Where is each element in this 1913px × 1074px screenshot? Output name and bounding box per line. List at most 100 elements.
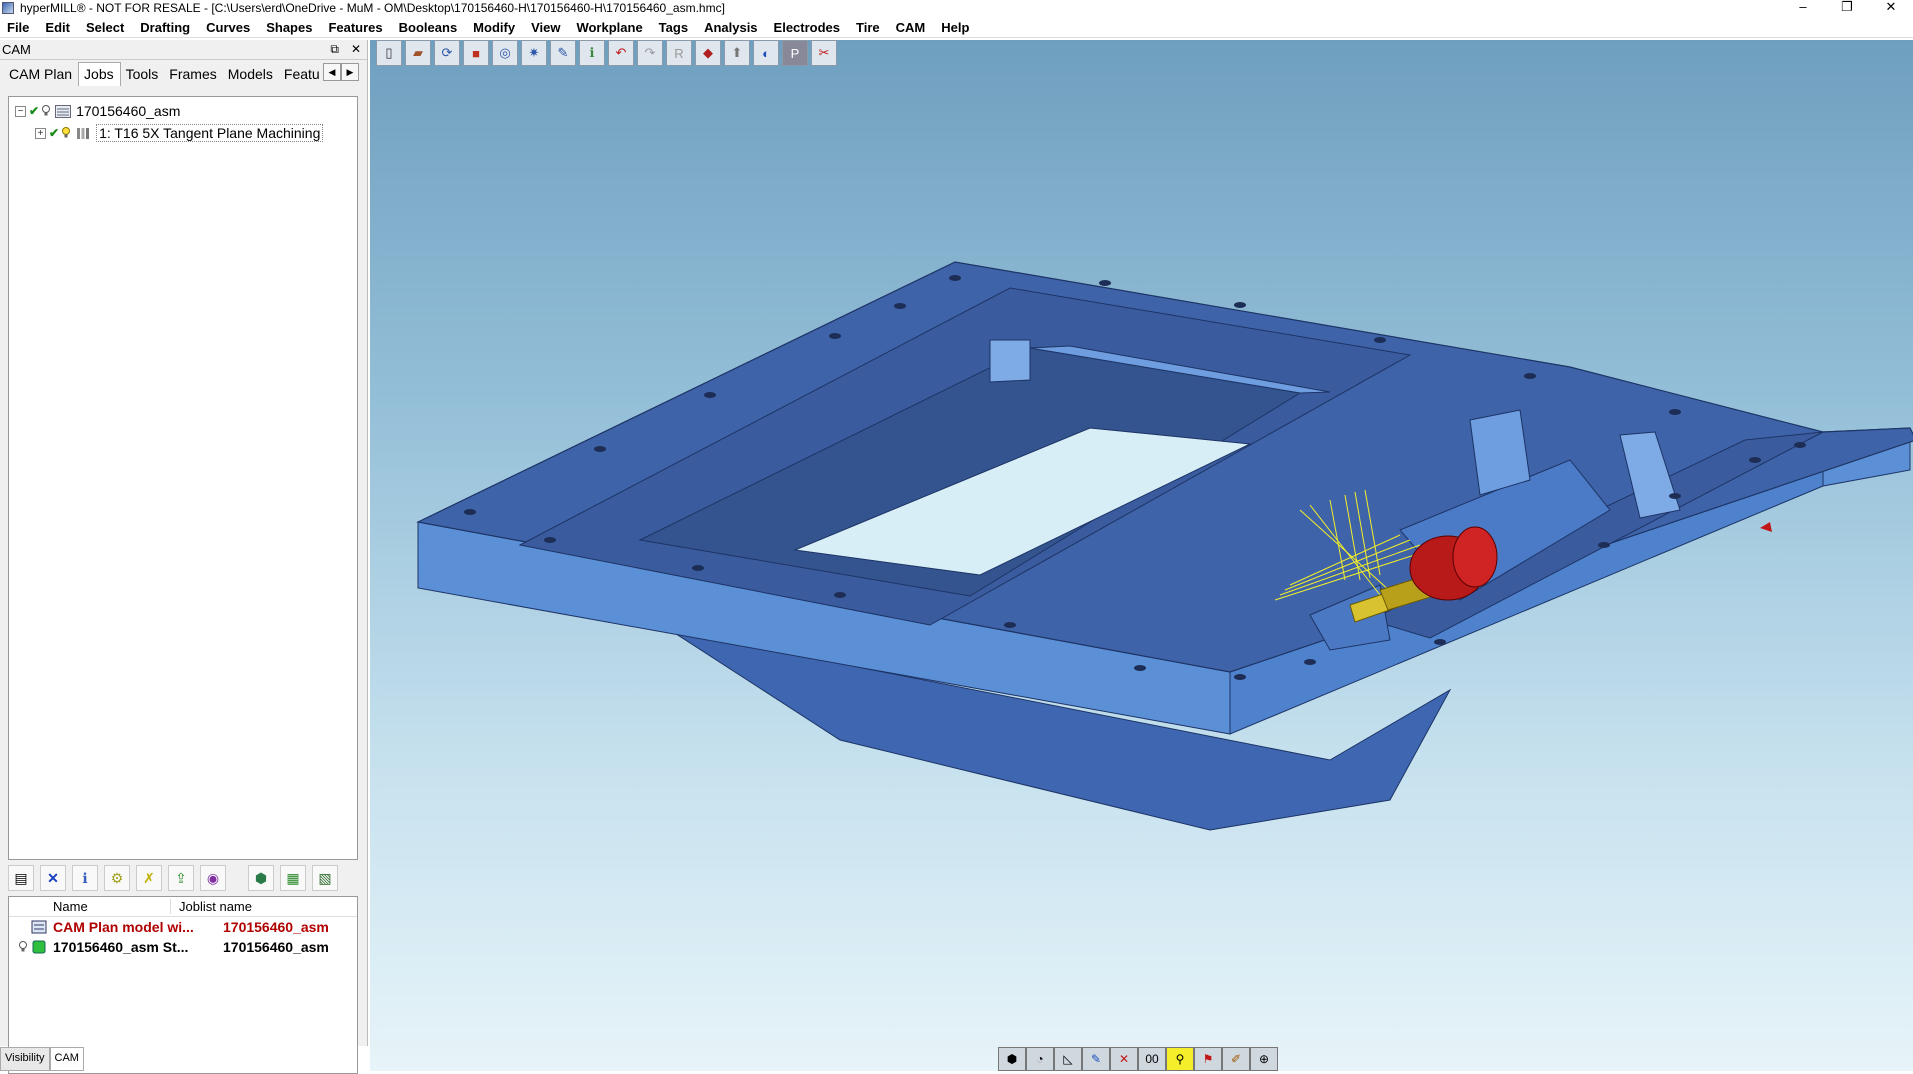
stock-box-icon[interactable]: ■ bbox=[463, 40, 489, 66]
refresh-icon[interactable]: ⟳ bbox=[434, 40, 460, 66]
part-model[interactable] bbox=[370, 40, 1913, 1071]
tab-jobs[interactable]: Jobs bbox=[78, 62, 121, 86]
menu-edit[interactable]: Edit bbox=[38, 20, 79, 35]
postprocess-icon[interactable]: ▦ bbox=[280, 865, 306, 891]
simulation-icon[interactable]: ◐ bbox=[753, 40, 779, 66]
menu-drafting[interactable]: Drafting bbox=[133, 20, 199, 35]
new-joblist-icon[interactable]: ▤ bbox=[8, 865, 34, 891]
expand-icon[interactable]: + bbox=[35, 127, 46, 139]
tab-features[interactable]: Featu bbox=[279, 63, 326, 86]
tab-scroll-left-icon[interactable]: ◀ bbox=[323, 63, 341, 81]
restore-button[interactable]: ❐ bbox=[1825, 0, 1869, 15]
menu-workplane[interactable]: Workplane bbox=[569, 20, 651, 35]
lightbulb-icon[interactable] bbox=[18, 941, 28, 953]
menu-booleans[interactable]: Booleans bbox=[392, 20, 467, 35]
panel-tabs: CAM Plan Jobs Tools Frames Models Featu … bbox=[0, 60, 367, 86]
menu-modify[interactable]: Modify bbox=[466, 20, 524, 35]
list-item-name: 170156460_asm St... bbox=[53, 939, 189, 955]
lightbulb-on-icon[interactable] bbox=[61, 127, 71, 139]
list-item[interactable]: CAM Plan model wi... 170156460_asm bbox=[9, 917, 357, 937]
view-toolbar: ▯ ▰ ⟳ ■ ◎ ✷ ✎ ℹ ↶ ↷ R ◆ ⬆ ◐ P ✂ bbox=[376, 40, 840, 66]
tree-item-label: 170156460_asm bbox=[76, 103, 181, 119]
bottom-panel-tabs: Visibility CAM bbox=[0, 1047, 84, 1071]
info-icon[interactable]: ℹ bbox=[72, 865, 98, 891]
collapse-icon[interactable]: − bbox=[15, 105, 26, 117]
graphics-viewport[interactable] bbox=[370, 40, 1913, 1071]
menu-view[interactable]: View bbox=[524, 20, 569, 35]
cam-plan-model-icon bbox=[31, 920, 47, 934]
undo-icon[interactable]: ↶ bbox=[608, 40, 634, 66]
dimension-icon[interactable]: 00 bbox=[1138, 1047, 1166, 1071]
float-panel-icon[interactable]: ⧉ bbox=[330, 42, 339, 57]
job-toolbar: ▤ ✕ ℹ ⚙ ✗ ⇪ ◉ ⬢ ▦ ▧ bbox=[8, 863, 358, 893]
menu-electrodes[interactable]: Electrodes bbox=[767, 20, 849, 35]
open-file-icon[interactable]: ▰ bbox=[405, 40, 431, 66]
menu-cam[interactable]: CAM bbox=[889, 20, 935, 35]
tab-cam[interactable]: CAM bbox=[49, 1047, 84, 1071]
menu-bar: File Edit Select Drafting Curves Shapes … bbox=[0, 18, 1913, 38]
tab-tools[interactable]: Tools bbox=[121, 63, 165, 86]
simulate-icon[interactable]: ◉ bbox=[200, 865, 226, 891]
job-tree: − ✔ 170156460_asm + ✔ 1: T16 5X Tangent … bbox=[8, 96, 358, 860]
panel-header: CAM ⧉ ✕ bbox=[0, 40, 367, 60]
redo-icon[interactable]: ↷ bbox=[637, 40, 663, 66]
tree-item-label: 1: T16 5X Tangent Plane Machining bbox=[96, 124, 324, 142]
draw-tool-icon[interactable]: ✎ bbox=[1082, 1047, 1110, 1071]
solid-view-icon[interactable]: ◆ bbox=[695, 40, 721, 66]
pencil-icon[interactable]: ✐ bbox=[1222, 1047, 1250, 1071]
stock-model-icon bbox=[32, 940, 46, 954]
job-operation-icon bbox=[77, 127, 90, 139]
menu-analysis[interactable]: Analysis bbox=[697, 20, 766, 35]
rotate-icon[interactable]: ◎ bbox=[492, 40, 518, 66]
postprocessor-icon[interactable]: P bbox=[782, 40, 808, 66]
tool-database-icon[interactable]: ✷ bbox=[521, 40, 547, 66]
column-joblist[interactable]: Joblist name bbox=[171, 899, 252, 914]
window-controls: – ❐ ✕ bbox=[1781, 0, 1913, 15]
milling-icon[interactable]: ✎ bbox=[550, 40, 576, 66]
minimize-button[interactable]: – bbox=[1781, 0, 1825, 15]
sketch-icon[interactable]: ◺ bbox=[1054, 1047, 1082, 1071]
tab-cam-plan[interactable]: CAM Plan bbox=[4, 63, 78, 86]
menu-curves[interactable]: Curves bbox=[199, 20, 259, 35]
close-panel-icon[interactable]: ✕ bbox=[351, 42, 361, 57]
delete-icon[interactable]: ✕ bbox=[40, 865, 66, 891]
calculate-icon[interactable]: ⚙ bbox=[104, 865, 130, 891]
tree-item-job[interactable]: + ✔ 1: T16 5X Tangent Plane Machining bbox=[35, 123, 324, 143]
info-tool-icon[interactable]: ℹ bbox=[579, 40, 605, 66]
measure-icon[interactable]: ⚑ bbox=[1194, 1047, 1222, 1071]
export-icon[interactable]: ⇪ bbox=[168, 865, 194, 891]
menu-select[interactable]: Select bbox=[79, 20, 133, 35]
menu-help[interactable]: Help bbox=[934, 20, 978, 35]
frame-icon[interactable]: ⚲ bbox=[1166, 1047, 1194, 1071]
menu-features[interactable]: Features bbox=[321, 20, 391, 35]
tab-frames[interactable]: Frames bbox=[164, 63, 222, 86]
column-name[interactable]: Name bbox=[9, 899, 171, 914]
bottom-view-toolbar: ⬢ ◔ ◺ ✎ ✕ 00 ⚲ ⚑ ✐ ⊕ bbox=[998, 1047, 1278, 1071]
title-bar: hyperMILL® - NOT FOR RESALE - [C:\Users\… bbox=[0, 0, 1913, 15]
shading-icon[interactable]: R bbox=[666, 40, 692, 66]
list-item[interactable]: 170156460_asm St... 170156460_asm bbox=[9, 937, 357, 957]
lightbulb-icon[interactable] bbox=[41, 105, 51, 117]
delete-toolpath-icon[interactable]: ✂ bbox=[811, 40, 837, 66]
reset-icon[interactable]: ✗ bbox=[136, 865, 162, 891]
check-icon: ✔ bbox=[49, 126, 60, 140]
tree-item-root[interactable]: − ✔ 170156460_asm bbox=[15, 101, 180, 121]
menu-tire[interactable]: Tire bbox=[849, 20, 889, 35]
menu-tags[interactable]: Tags bbox=[652, 20, 697, 35]
tab-visibility[interactable]: Visibility bbox=[0, 1047, 50, 1071]
close-button[interactable]: ✕ bbox=[1869, 0, 1913, 15]
tab-models[interactable]: Models bbox=[223, 63, 279, 86]
menu-file[interactable]: File bbox=[0, 20, 38, 35]
grid-icon[interactable]: ⊕ bbox=[1250, 1047, 1278, 1071]
section-icon[interactable]: ✕ bbox=[1110, 1047, 1138, 1071]
report-icon[interactable]: ▧ bbox=[312, 865, 338, 891]
new-file-icon[interactable]: ▯ bbox=[376, 40, 402, 66]
wireframe-view-icon[interactable]: ◔ bbox=[1026, 1047, 1054, 1071]
shaded-view-icon[interactable]: ⬢ bbox=[998, 1047, 1026, 1071]
stock-icon[interactable]: ⬢ bbox=[248, 865, 274, 891]
tab-scroll-right-icon[interactable]: ▶ bbox=[341, 63, 359, 81]
tool-view-icon[interactable]: ⬆ bbox=[724, 40, 750, 66]
joblist-icon bbox=[55, 104, 72, 118]
menu-shapes[interactable]: Shapes bbox=[259, 20, 321, 35]
panel-title: CAM bbox=[2, 42, 31, 57]
